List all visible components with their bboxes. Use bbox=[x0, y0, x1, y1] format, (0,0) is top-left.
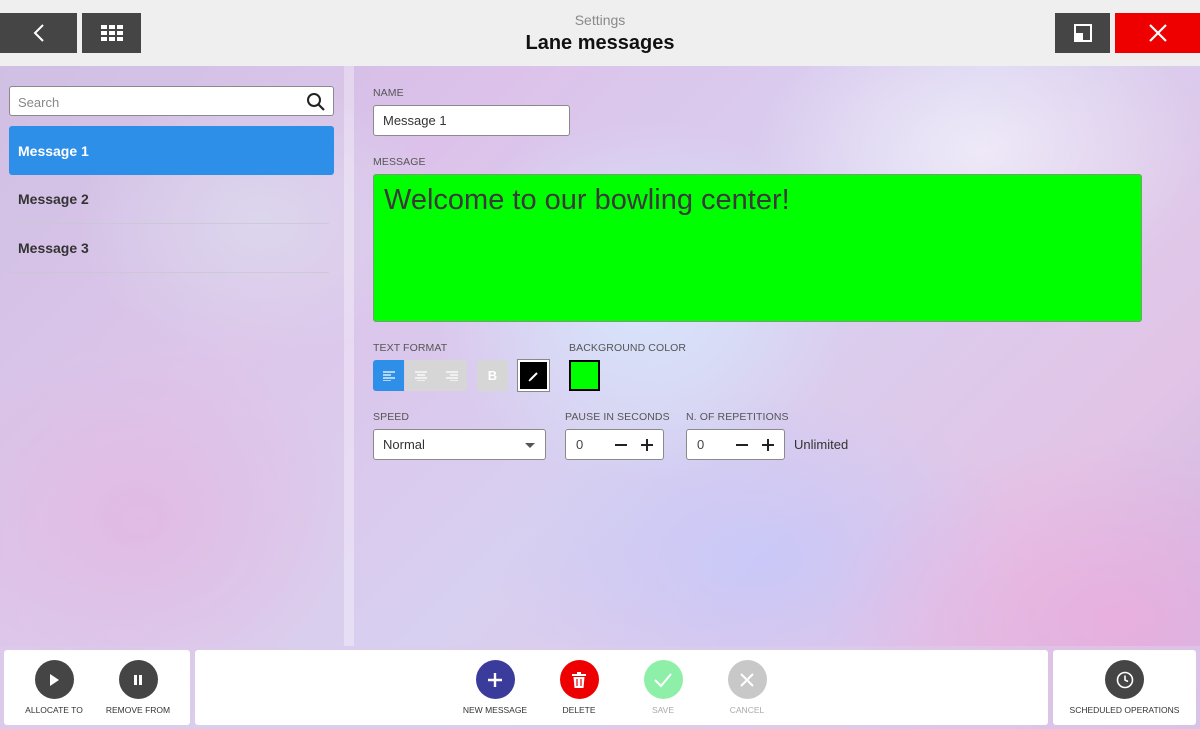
list-item-message-2[interactable]: Message 2 bbox=[9, 175, 329, 224]
search-input[interactable] bbox=[18, 93, 298, 111]
bottom-action-bar: ALLOCATE TO REMOVE FROM NEW MESSAGE DELE… bbox=[0, 646, 1200, 729]
allocate-to-button[interactable]: ALLOCATE TO bbox=[9, 660, 99, 715]
clock-icon bbox=[1116, 671, 1133, 688]
close-icon bbox=[740, 672, 754, 687]
message-label: MESSAGE bbox=[373, 156, 426, 168]
bold-button[interactable]: B bbox=[477, 360, 508, 391]
pause-minus-button[interactable] bbox=[611, 434, 631, 456]
message-list-panel: Message 1 Message 2 Message 3 bbox=[0, 66, 344, 646]
panel-divider bbox=[344, 66, 354, 646]
new-message-circle bbox=[475, 660, 515, 699]
remove-from-label: REMOVE FROM bbox=[105, 705, 171, 715]
scheduled-panel: SCHEDULED OPERATIONS bbox=[1053, 650, 1196, 725]
play-icon bbox=[50, 673, 59, 686]
name-label: NAME bbox=[373, 87, 404, 99]
pause-value[interactable]: 0 bbox=[576, 437, 583, 452]
page-subtitle: Settings bbox=[574, 12, 626, 28]
scheduled-operations-label: SCHEDULED OPERATIONS bbox=[1069, 705, 1180, 715]
speed-label: SPEED bbox=[373, 411, 410, 423]
scheduled-circle bbox=[1105, 660, 1144, 699]
repetitions-value[interactable]: 0 bbox=[697, 437, 704, 452]
speed-select[interactable]: Normal bbox=[373, 429, 546, 460]
top-bar: Settings Lane messages bbox=[0, 0, 1200, 66]
repetitions-plus-button[interactable] bbox=[758, 434, 778, 456]
window-icon bbox=[1073, 24, 1092, 42]
caret-down-icon bbox=[525, 443, 535, 448]
allocate-to-label: ALLOCATE TO bbox=[25, 705, 83, 715]
align-center-icon bbox=[414, 370, 427, 381]
search-box bbox=[9, 86, 334, 116]
message-actions-panel: NEW MESSAGE DELETE SAVE CANCEL bbox=[195, 650, 1048, 725]
pause-plus-button[interactable] bbox=[637, 434, 657, 456]
delete-label: DELETE bbox=[562, 705, 596, 715]
pause-stepper: 0 bbox=[565, 429, 664, 460]
remove-from-button[interactable]: REMOVE FROM bbox=[93, 660, 183, 715]
close-button[interactable] bbox=[1115, 13, 1200, 53]
list-item-message-1[interactable]: Message 1 bbox=[9, 126, 334, 175]
minus-icon bbox=[736, 444, 748, 446]
message-list: Message 1 Message 2 Message 3 bbox=[9, 126, 334, 273]
speed-value: Normal bbox=[383, 437, 425, 452]
plus-icon bbox=[762, 439, 774, 451]
repetitions-minus-button[interactable] bbox=[732, 434, 752, 456]
message-textarea[interactable]: Welcome to our bowling center! bbox=[373, 174, 1142, 322]
pause-icon bbox=[134, 674, 142, 685]
save-button[interactable]: SAVE bbox=[618, 660, 708, 715]
align-left-icon bbox=[382, 370, 395, 381]
list-item-message-3[interactable]: Message 3 bbox=[9, 224, 329, 273]
scheduled-operations-button[interactable]: SCHEDULED OPERATIONS bbox=[1053, 660, 1196, 715]
text-format-label: TEXT FORMAT bbox=[373, 342, 448, 354]
trash-icon bbox=[572, 671, 586, 688]
plus-icon bbox=[641, 439, 653, 451]
check-icon bbox=[654, 672, 672, 687]
lane-actions-panel: ALLOCATE TO REMOVE FROM bbox=[4, 650, 190, 725]
save-circle bbox=[643, 660, 683, 699]
minus-icon bbox=[615, 444, 627, 446]
save-label: SAVE bbox=[651, 705, 675, 715]
page-title: Lane messages bbox=[525, 32, 675, 54]
new-message-button[interactable]: NEW MESSAGE bbox=[450, 660, 540, 715]
text-color-button[interactable] bbox=[517, 359, 550, 392]
delete-circle bbox=[559, 660, 599, 699]
close-icon bbox=[1148, 24, 1167, 42]
pause-label: PAUSE IN SECONDS bbox=[565, 411, 670, 423]
align-center-button[interactable] bbox=[405, 360, 436, 391]
repetitions-stepper: 0 bbox=[686, 429, 785, 460]
background-color-label: BACKGROUND COLOR bbox=[569, 342, 687, 354]
align-right-button[interactable] bbox=[436, 360, 467, 391]
repetitions-label: N. OF REPETITIONS bbox=[686, 411, 789, 423]
search-icon[interactable] bbox=[306, 92, 326, 112]
cancel-label: CANCEL bbox=[729, 705, 765, 715]
repetitions-unlimited-note: Unlimited bbox=[794, 437, 849, 452]
pencil-icon bbox=[527, 371, 538, 382]
allocate-circle bbox=[34, 660, 74, 699]
cancel-button[interactable]: CANCEL bbox=[702, 660, 792, 715]
new-message-label: NEW MESSAGE bbox=[462, 705, 528, 715]
delete-button[interactable]: DELETE bbox=[534, 660, 624, 715]
name-input[interactable] bbox=[373, 105, 570, 136]
background-color-swatch[interactable] bbox=[569, 360, 600, 391]
align-right-icon bbox=[445, 370, 458, 381]
cancel-circle bbox=[727, 660, 767, 699]
window-mode-button[interactable] bbox=[1055, 13, 1110, 53]
align-left-button[interactable] bbox=[373, 360, 404, 391]
remove-circle bbox=[118, 660, 158, 699]
plus-icon bbox=[488, 672, 502, 687]
